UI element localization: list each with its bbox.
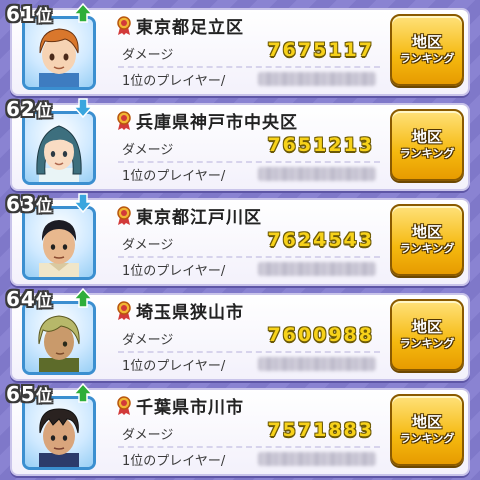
damage-label: ダメージ — [122, 333, 174, 348]
region-name: 埼玉県狭山市 — [136, 303, 244, 323]
region-name: 千葉県市川市 — [136, 398, 244, 418]
button-label-line2: ランキング — [399, 432, 455, 445]
blurred-player-name — [258, 262, 376, 276]
damage-label: ダメージ — [122, 143, 174, 158]
region-ranking-button[interactable]: 地区 ランキング — [390, 109, 464, 181]
button-label-line1: 地区 — [411, 128, 442, 146]
damage-value: 7651213 — [267, 134, 374, 156]
region-ranking-button[interactable]: 地区 ランキング — [390, 204, 464, 276]
region-ranking-button[interactable]: 地区 ランキング — [390, 14, 464, 86]
region-ranking-button[interactable]: 地区 ランキング — [390, 299, 464, 371]
divider — [118, 351, 380, 353]
region-name: 東京都江戸川区 — [136, 208, 262, 228]
damage-label: ダメージ — [122, 428, 174, 443]
region-name: 兵庫県神戸市中央区 — [136, 113, 298, 133]
arrow-up-icon — [72, 382, 94, 403]
ranking-row: 64位 埼玉県狭山市 ダメージ 7600988 1位のプレイヤー/ 地区 ランキ… — [6, 287, 470, 383]
rank-label: 65位 — [6, 382, 53, 406]
arrow-down-icon — [72, 193, 94, 214]
button-label-line1: 地区 — [411, 223, 442, 241]
rank-label: 62位 — [6, 97, 53, 121]
ranking-row: 65位 千葉県市川市 ダメージ 7571883 1位のプレイヤー/ 地区 ランキ… — [6, 382, 470, 478]
button-label-line1: 地区 — [411, 413, 442, 431]
damage-label: ダメージ — [122, 238, 174, 253]
damage-value: 7675117 — [267, 39, 374, 61]
button-label-line2: ランキング — [399, 337, 455, 350]
ranking-row: 61位 東京都足立区 ダメージ 7675117 1位のプレイヤー/ 地区 ランキ… — [6, 2, 470, 98]
top-player-label: 1位のプレイヤー/ — [122, 74, 226, 89]
orange-hair-boy-avatar-icon — [39, 28, 79, 87]
rank-label: 63位 — [6, 192, 53, 216]
blurred-player-name — [258, 72, 376, 86]
arrow-up-icon — [72, 287, 94, 308]
dark-hair-boy-avatar-icon — [39, 408, 79, 467]
blurred-player-name — [258, 357, 376, 371]
top-player-label: 1位のプレイヤー/ — [122, 169, 226, 184]
dark-hair-man-avatar-icon — [39, 220, 79, 277]
medal-icon — [117, 16, 131, 35]
button-label-line2: ランキング — [399, 52, 455, 65]
region-ranking-button[interactable]: 地区 ランキング — [390, 394, 464, 466]
ranking-row: 63位 東京都江戸川区 ダメージ 7624543 1位のプレイヤー/ 地区 ラン… — [6, 192, 470, 288]
blurred-player-name — [258, 452, 376, 466]
teal-hair-girl-avatar-icon — [36, 125, 82, 182]
divider — [118, 446, 380, 448]
medal-icon — [117, 396, 131, 415]
damage-value: 7571883 — [267, 419, 374, 441]
damage-value: 7600988 — [267, 324, 374, 346]
arrow-down-icon — [72, 98, 94, 119]
medal-icon — [117, 206, 131, 225]
ranking-row: 62位 兵庫県神戸市中央区 ダメージ 7651213 1位のプレイヤー/ 地区 … — [6, 97, 470, 193]
medal-icon — [117, 111, 131, 130]
damage-label: ダメージ — [122, 48, 174, 63]
divider — [118, 256, 380, 258]
region-name: 東京都足立区 — [136, 18, 244, 38]
divider — [118, 66, 380, 68]
rank-label: 61位 — [6, 2, 53, 26]
medal-icon — [117, 301, 131, 320]
top-player-label: 1位のプレイヤー/ — [122, 264, 226, 279]
blurred-player-name — [258, 167, 376, 181]
top-player-label: 1位のプレイヤー/ — [122, 359, 226, 374]
damage-value: 7624543 — [267, 229, 374, 251]
top-player-label: 1位のプレイヤー/ — [122, 454, 226, 469]
arrow-up-icon — [72, 2, 94, 23]
green-hair-boy-avatar-icon — [38, 315, 80, 372]
button-label-line1: 地区 — [411, 33, 442, 51]
button-label-line2: ランキング — [399, 242, 455, 255]
divider — [118, 161, 380, 163]
button-label-line2: ランキング — [399, 147, 455, 160]
ranking-list: 61位 東京都足立区 ダメージ 7675117 1位のプレイヤー/ 地区 ランキ… — [0, 0, 480, 480]
rank-label: 64位 — [6, 287, 53, 311]
button-label-line1: 地区 — [411, 318, 442, 336]
